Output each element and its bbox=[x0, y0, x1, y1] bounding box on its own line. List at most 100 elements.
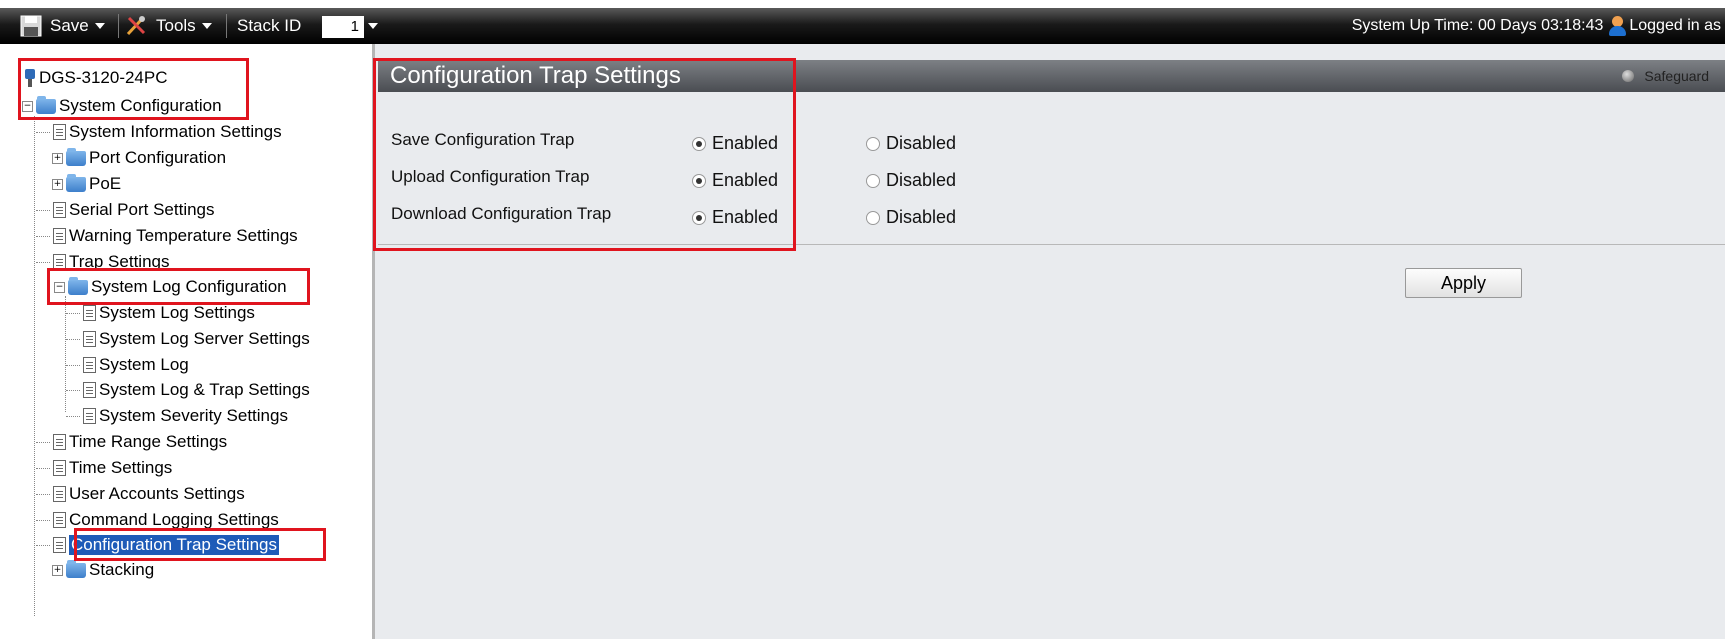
tools-menu[interactable]: Tools bbox=[124, 8, 212, 44]
tree-label: System Severity Settings bbox=[99, 406, 288, 425]
tree-label: User Accounts Settings bbox=[69, 484, 245, 503]
save-menu[interactable]: Save bbox=[20, 8, 105, 44]
folder-icon bbox=[66, 147, 86, 166]
page-icon bbox=[83, 382, 96, 398]
tree-item-system-information-settings[interactable]: System Information Settings bbox=[36, 120, 282, 144]
stack-id-text: Stack ID bbox=[237, 16, 302, 35]
apply-button[interactable]: Apply bbox=[1405, 268, 1522, 298]
expand-icon[interactable]: + bbox=[52, 564, 63, 576]
panel-header: Configuration Trap Settings Safeguard bbox=[378, 60, 1725, 92]
download-trap-enabled-radio[interactable]: Enabled bbox=[692, 207, 778, 228]
system-uptime: System Up Time: 00 Days 03:18:43 bbox=[1351, 17, 1604, 34]
download-trap-disabled-radio[interactable]: Disabled bbox=[866, 207, 956, 228]
tree-item-user-accounts-settings[interactable]: User Accounts Settings bbox=[36, 482, 245, 506]
collapse-icon[interactable]: − bbox=[22, 100, 33, 112]
tree-label: Warning Temperature Settings bbox=[69, 226, 298, 245]
stack-id-select[interactable]: 1 bbox=[322, 16, 364, 38]
save-dropdown-icon bbox=[94, 23, 105, 29]
expand-icon[interactable]: + bbox=[52, 152, 63, 164]
toolbar-divider bbox=[226, 14, 227, 38]
tree-item-system-log-configuration[interactable]: − System Log Configuration bbox=[54, 275, 287, 299]
page-icon bbox=[53, 202, 66, 218]
tools-icon bbox=[126, 16, 146, 36]
stack-id-label: Stack ID bbox=[237, 8, 301, 44]
toolbar: Save Tools Stack ID 1 System Up Time: 00… bbox=[0, 8, 1725, 44]
tree-item-system-log-server-settings[interactable]: System Log Server Settings bbox=[66, 327, 310, 351]
collapse-icon[interactable]: − bbox=[54, 281, 65, 293]
page-icon bbox=[53, 537, 66, 553]
tree-item-system-log-settings[interactable]: System Log Settings bbox=[66, 301, 255, 325]
radio-selected-icon bbox=[692, 136, 706, 151]
save-trap-enabled-radio[interactable]: Enabled bbox=[692, 133, 778, 154]
tree-item-stacking[interactable]: + Stacking bbox=[52, 558, 154, 582]
left-margin bbox=[0, 44, 18, 639]
radio-selected-icon bbox=[692, 210, 706, 225]
page-icon bbox=[53, 460, 66, 476]
stack-id-dropdown[interactable] bbox=[368, 8, 378, 44]
status-area: System Up Time: 00 Days 03:18:43 Logged … bbox=[1352, 8, 1721, 44]
tree-item-configuration-trap-settings[interactable]: Configuration Trap Settings bbox=[36, 533, 280, 557]
page-icon bbox=[83, 305, 96, 321]
tree-label: Stacking bbox=[89, 560, 155, 579]
tree-item-poe[interactable]: + PoE bbox=[52, 172, 121, 196]
save-configuration-trap-label: Save Configuration Trap bbox=[391, 130, 575, 149]
upload-trap-enabled-radio[interactable]: Enabled bbox=[692, 170, 778, 191]
floppy-disk-icon bbox=[20, 15, 42, 37]
page-icon bbox=[83, 408, 96, 424]
expand-icon[interactable]: + bbox=[52, 178, 63, 190]
tree-device-node[interactable]: DGS-3120-24PC bbox=[24, 66, 168, 90]
tree-label: System Information Settings bbox=[69, 122, 282, 141]
save-trap-disabled-radio[interactable]: Disabled bbox=[866, 133, 956, 154]
tree-label: Time Range Settings bbox=[69, 432, 228, 451]
radio-selected-icon bbox=[692, 173, 706, 188]
folder-open-icon bbox=[36, 95, 56, 114]
tree-item-system-log-trap-settings[interactable]: System Log & Trap Settings bbox=[66, 378, 310, 402]
radio-label: Enabled bbox=[712, 133, 779, 153]
radio-unselected-icon bbox=[866, 210, 880, 225]
safeguard-label: Safeguard bbox=[1644, 68, 1709, 84]
tree-item-system-log[interactable]: System Log bbox=[66, 353, 189, 377]
switch-device-icon bbox=[24, 69, 36, 87]
tree-system-configuration[interactable]: − System Configuration bbox=[22, 94, 222, 118]
radio-unselected-icon bbox=[866, 136, 880, 151]
tree-item-command-logging-settings[interactable]: Command Logging Settings bbox=[36, 508, 279, 532]
tree-label: Configuration Trap Settings bbox=[69, 535, 280, 555]
toolbar-divider bbox=[118, 14, 119, 38]
tree-connector bbox=[34, 116, 35, 616]
download-configuration-trap-label: Download Configuration Trap bbox=[391, 204, 612, 223]
safeguard-indicator[interactable]: Safeguard bbox=[1622, 60, 1709, 92]
tree-label: System Configuration bbox=[59, 96, 222, 115]
tree-label: Serial Port Settings bbox=[69, 200, 215, 219]
page-icon bbox=[53, 512, 66, 528]
tree-label: Port Configuration bbox=[89, 148, 227, 167]
upload-configuration-trap-label: Upload Configuration Trap bbox=[391, 167, 590, 186]
tools-label: Tools bbox=[156, 16, 196, 35]
page-icon bbox=[53, 434, 66, 450]
stack-id-dropdown-icon bbox=[368, 23, 378, 29]
tree-label: System Log Settings bbox=[99, 303, 255, 322]
tree-item-trap-settings[interactable]: Trap Settings bbox=[36, 250, 169, 274]
tree-item-time-settings[interactable]: Time Settings bbox=[36, 456, 172, 480]
logged-in-text: Logged in as bbox=[1629, 17, 1721, 34]
safeguard-status-icon bbox=[1622, 70, 1635, 82]
radio-label: Disabled bbox=[886, 170, 957, 190]
tree-item-warning-temperature-settings[interactable]: Warning Temperature Settings bbox=[36, 224, 298, 248]
tree-item-time-range-settings[interactable]: Time Range Settings bbox=[36, 430, 227, 454]
radio-unselected-icon bbox=[866, 173, 880, 188]
folder-open-icon bbox=[68, 276, 88, 295]
device-name: DGS-3120-24PC bbox=[39, 68, 168, 87]
tree-label: Trap Settings bbox=[69, 252, 170, 271]
upload-trap-disabled-radio[interactable]: Disabled bbox=[866, 170, 956, 191]
page-icon bbox=[53, 254, 66, 270]
tree-item-port-configuration[interactable]: + Port Configuration bbox=[52, 146, 226, 170]
tree-label: System Log Configuration bbox=[91, 277, 287, 296]
radio-label: Disabled bbox=[886, 207, 957, 227]
tree-item-serial-port-settings[interactable]: Serial Port Settings bbox=[36, 198, 215, 222]
main-content bbox=[375, 44, 1725, 639]
tree-label: System Log Server Settings bbox=[99, 329, 310, 348]
tree-item-system-severity-settings[interactable]: System Severity Settings bbox=[66, 404, 288, 428]
tools-dropdown-icon bbox=[201, 23, 212, 29]
top-strip bbox=[0, 0, 1725, 8]
page-icon bbox=[83, 331, 96, 347]
tree-label: System Log bbox=[99, 355, 189, 374]
